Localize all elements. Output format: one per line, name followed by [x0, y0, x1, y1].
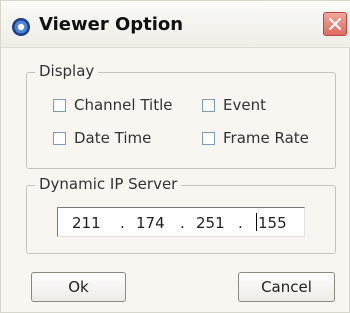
ip-octet-2[interactable]: 174	[136, 214, 165, 232]
title-bar[interactable]: Viewer Option	[1, 1, 350, 48]
ok-button[interactable]: Ok	[31, 272, 126, 302]
ip-separator: .	[120, 214, 125, 232]
ip-octet-4[interactable]: 155	[258, 214, 287, 232]
ip-octet-3[interactable]: 251	[196, 214, 225, 232]
frame-rate-checkbox[interactable]: Frame Rate	[202, 129, 309, 147]
display-group: Display	[26, 62, 336, 169]
close-button[interactable]	[323, 12, 347, 36]
ip-octet-1[interactable]: 211	[72, 214, 101, 232]
window-title: Viewer Option	[39, 14, 184, 35]
ip-address-input[interactable]: 211 . 174 . 251 . 155	[57, 207, 305, 237]
text-cursor	[256, 213, 257, 231]
date-time-checkbox-box[interactable]	[53, 131, 66, 145]
date-time-label: Date Time	[74, 129, 152, 147]
dynamic-ip-group-title: Dynamic IP Server	[35, 175, 182, 193]
date-time-checkbox[interactable]: Date Time	[53, 129, 151, 147]
viewer-app-icon	[12, 18, 30, 36]
event-label: Event	[223, 96, 266, 114]
channel-title-checkbox-box[interactable]	[53, 98, 66, 112]
frame-rate-checkbox-box[interactable]	[202, 131, 215, 145]
channel-title-checkbox[interactable]: Channel Title	[53, 96, 173, 114]
event-checkbox-box[interactable]	[202, 98, 215, 112]
cancel-button[interactable]: Cancel	[238, 272, 335, 302]
close-icon	[328, 17, 342, 31]
display-group-title: Display	[35, 62, 99, 80]
frame-rate-label: Frame Rate	[223, 129, 309, 147]
ip-separator: .	[180, 214, 185, 232]
channel-title-label: Channel Title	[74, 96, 173, 114]
viewer-option-dialog: Viewer Option Display Channel Title Even…	[0, 0, 350, 313]
ip-separator: .	[238, 214, 243, 232]
event-checkbox[interactable]: Event	[202, 96, 266, 114]
